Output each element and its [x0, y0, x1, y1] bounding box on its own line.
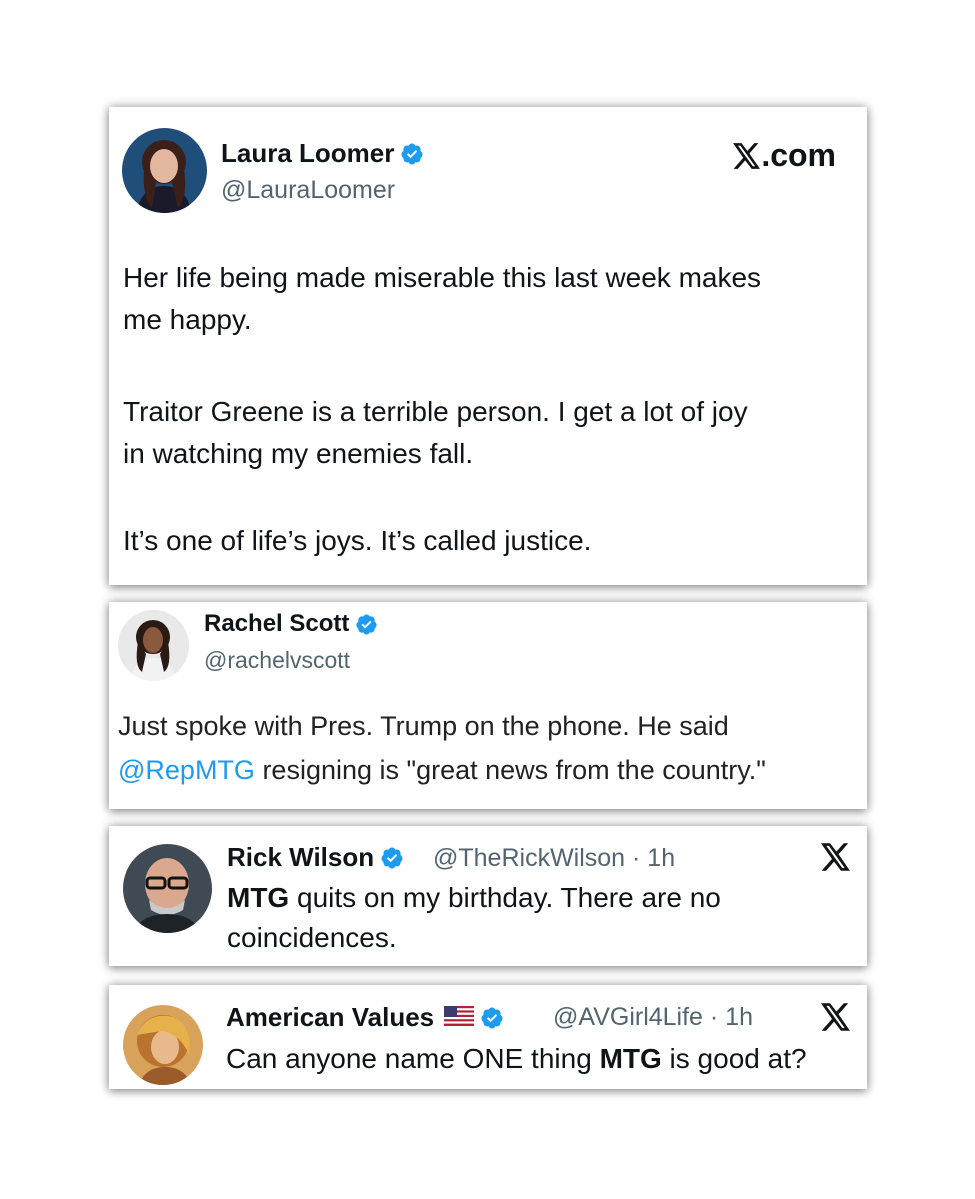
mention-link[interactable]: @RepMTG	[118, 755, 255, 785]
handle-and-time[interactable]: @TheRickWilson · 1h	[433, 844, 675, 873]
avatar[interactable]	[118, 610, 189, 681]
tweet-card-rachel-scott[interactable]: Rachel Scott @rachelvscott Just spoke wi…	[109, 602, 867, 809]
x-logo-icon	[733, 142, 761, 169]
avatar[interactable]	[123, 1005, 203, 1085]
display-name[interactable]: Laura Loomer	[221, 138, 424, 169]
tweet-paragraph: Traitor Greene is a terrible person. I g…	[123, 396, 748, 469]
verified-badge-icon	[355, 613, 378, 636]
tweet-text: Can anyone name ONE thing MTG is good at…	[226, 1043, 807, 1074]
tweet-text: Just spoke with Pres. Trump on the phone…	[118, 711, 766, 785]
verified-badge-icon	[380, 846, 404, 870]
x-com-source-label[interactable]: . com	[733, 137, 836, 174]
x-logo-icon[interactable]	[821, 843, 851, 871]
handle[interactable]: @LauraLoomer	[221, 176, 395, 205]
tweet-card-american-values[interactable]: American Values @AVGirl4Life · 1h Can an…	[109, 985, 867, 1089]
handle[interactable]: @rachelvscott	[204, 647, 350, 674]
tweet-paragraph: It’s one of life’s joys. It’s called jus…	[123, 525, 592, 556]
tweet-text: MTG quits on my birthday. There are no c…	[227, 882, 721, 953]
handle-and-time[interactable]: @AVGirl4Life · 1h	[553, 1003, 753, 1032]
tweet-card-rick-wilson[interactable]: Rick Wilson @TheRickWilson · 1h MTG quit…	[109, 826, 867, 966]
display-name[interactable]: American Values	[226, 1002, 504, 1033]
display-name[interactable]: Rachel Scott	[204, 610, 378, 638]
avatar[interactable]	[122, 128, 207, 213]
avatar[interactable]	[123, 844, 212, 933]
display-name[interactable]: Rick Wilson	[227, 842, 404, 873]
x-logo-icon[interactable]	[821, 1003, 851, 1031]
tweet-card-laura-loomer[interactable]: Laura Loomer @LauraLoomer . com Her life …	[109, 107, 867, 585]
tweet-paragraph: Her life being made miserable this last …	[123, 262, 762, 335]
verified-badge-icon	[480, 1006, 504, 1030]
verified-badge-icon	[400, 142, 424, 166]
us-flag-icon	[444, 1002, 475, 1033]
